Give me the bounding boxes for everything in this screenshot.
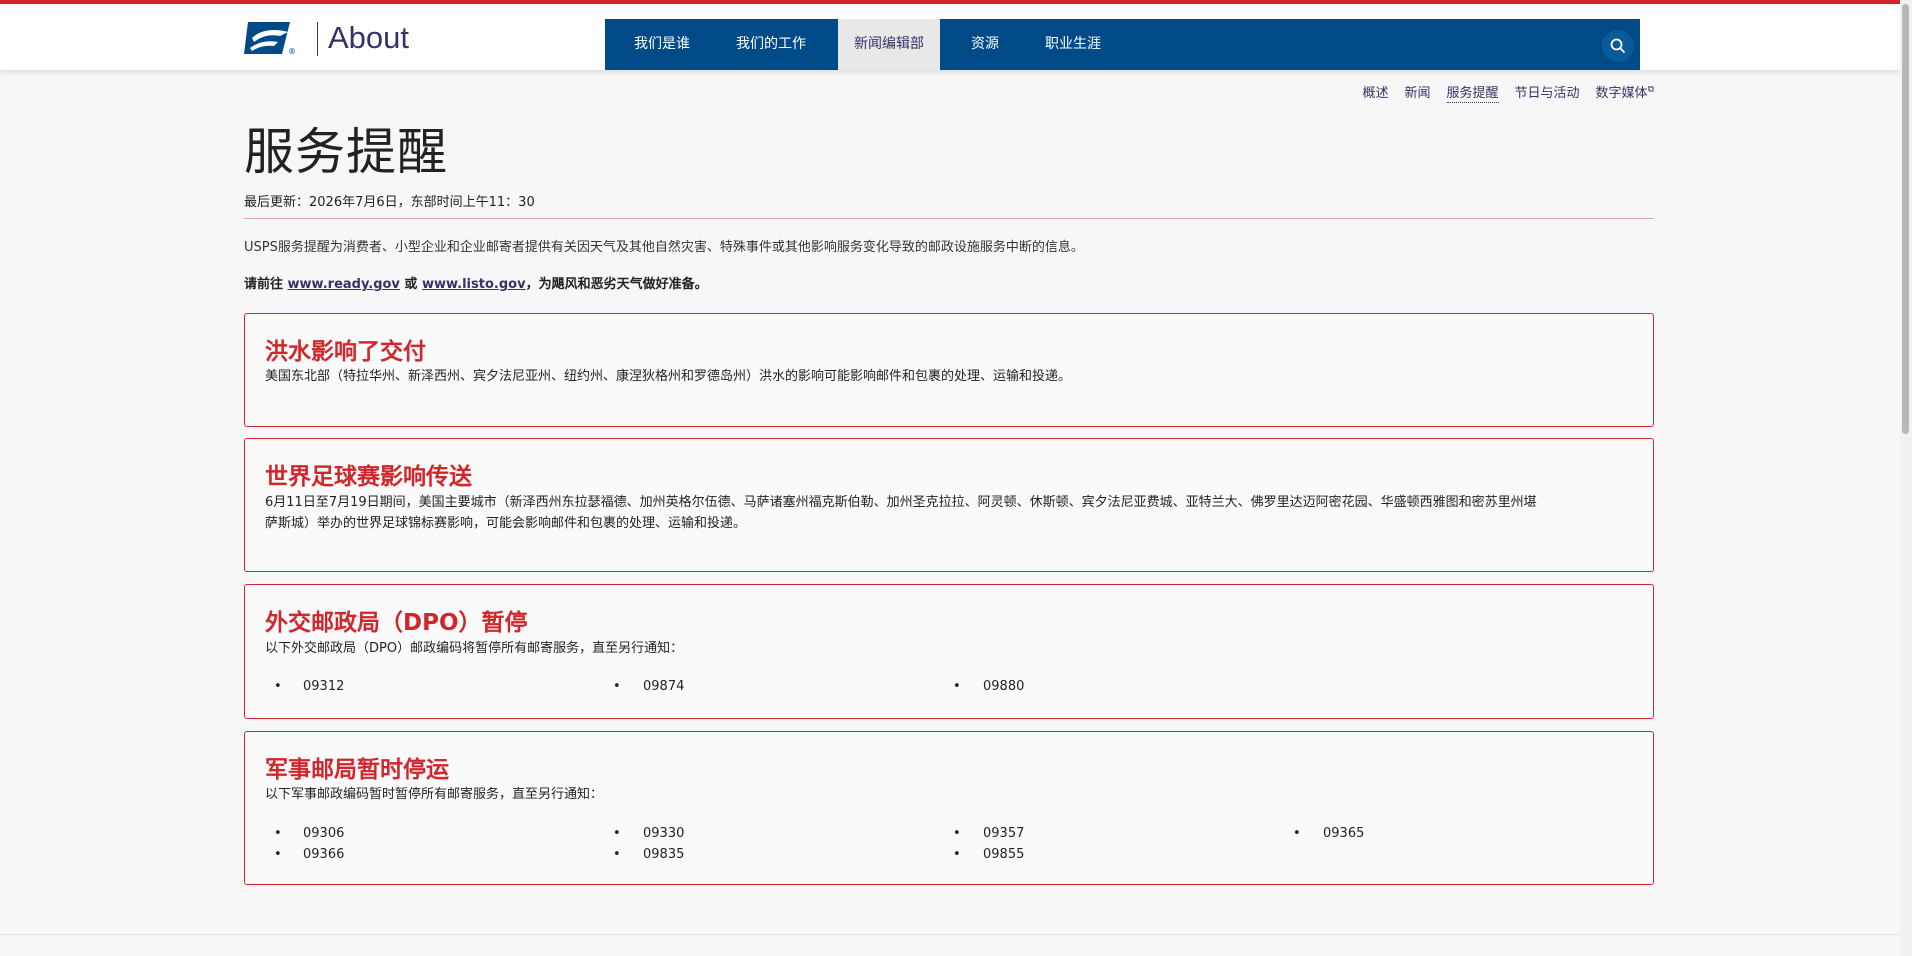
list-bullet: • [953, 847, 961, 862]
usps-eagle-logo[interactable]: ® [244, 20, 296, 56]
site-section-title[interactable]: About [328, 20, 409, 56]
zip-code-item: 09874 [643, 679, 685, 694]
preparedness-text: 请前往 www.ready.gov 或 www.listo.gov，为飓风和恶劣… [244, 273, 708, 292]
zip-code-item: 09330 [643, 826, 685, 841]
zip-code-item: 09880 [983, 679, 1025, 694]
zip-code-item: 09306 [303, 826, 345, 841]
nav-item-what-we-do[interactable]: 我们的工作 [736, 19, 806, 70]
zip-code-item: 09835 [643, 847, 685, 862]
prep-suffix: ，为飓风和恶劣天气做好准备。 [525, 277, 708, 292]
search-button[interactable] [1602, 30, 1634, 62]
scrollbar-thumb[interactable] [1902, 4, 1909, 434]
subnav-holidays-events[interactable]: 节日与活动 [1515, 82, 1580, 103]
subnav-overview[interactable]: 概述 [1362, 82, 1388, 103]
alert-title: 外交邮政局（DPO）暂停 [265, 610, 528, 636]
list-bullet: • [1293, 826, 1301, 841]
zip-code-item: 09365 [1323, 826, 1365, 841]
alert-card-dpo: 外交邮政局（DPO）暂停 以下外交邮政局（DPO）邮政编码将暂停所有邮寄服务，直… [244, 584, 1654, 719]
alert-card-world-cup: 世界足球赛影响传送 6月11日至7月19日期间，美国主要城市（新泽西州东拉瑟福德… [244, 438, 1654, 572]
intro-text: USPS服务提醒为消费者、小型企业和企业邮寄者提供有关因天气及其他自然灾害、特殊… [244, 240, 1084, 255]
zip-code-item: 09366 [303, 847, 345, 862]
svg-text:®: ® [288, 47, 296, 56]
alert-body: 以下外交邮政局（DPO）邮政编码将暂停所有邮寄服务，直至另行通知： [265, 641, 684, 656]
subnav-news[interactable]: 新闻 [1405, 82, 1431, 103]
list-bullet: • [613, 847, 621, 862]
nav-item-who-we-are[interactable]: 我们是谁 [634, 19, 690, 70]
last-updated: 最后更新：2026年7月6日，东部时间上午11：30 [244, 195, 535, 210]
page-title: 服务提醒 [244, 123, 448, 181]
subnav-service-alerts[interactable]: 服务提醒 [1446, 82, 1499, 103]
alert-title: 世界足球赛影响传送 [265, 464, 472, 490]
sub-navigation: 概述 新闻 服务提醒 节日与活动 数字媒体⧉ [1346, 82, 1654, 103]
site-header: ® About 我们是谁 我们的工作 新闻编辑部 资源 职业生涯 [0, 4, 1900, 70]
list-bullet: • [274, 847, 282, 862]
alert-body-line-1: 6月11日至7月19日期间，美国主要城市（新泽西州东拉瑟福德、加州英格尔伍德、马… [265, 495, 1537, 510]
nav-item-newsroom[interactable]: 新闻编辑部 [838, 19, 940, 70]
alert-title: 军事邮局暂时停运 [265, 757, 449, 783]
alert-title: 洪水影响了交付 [265, 339, 426, 365]
logo-divider [317, 22, 318, 56]
list-bullet: • [953, 679, 961, 694]
alert-card-flood: 洪水影响了交付 美国东北部（特拉华州、新泽西州、宾夕法尼亚州、纽约州、康涅狄格州… [244, 313, 1654, 427]
listo-gov-link[interactable]: www.listo.gov [422, 277, 526, 292]
zip-code-item: 09855 [983, 847, 1025, 862]
alert-body: 以下军事邮政编码暂时暂停所有邮寄服务，直至另行通知： [265, 787, 604, 802]
search-icon [1610, 38, 1626, 54]
ready-gov-link[interactable]: www.ready.gov [288, 277, 400, 292]
zip-code-item: 09357 [983, 826, 1025, 841]
alert-card-military: 军事邮局暂时停运 以下军事邮政编码暂时暂停所有邮寄服务，直至另行通知： • 09… [244, 731, 1654, 885]
subnav-digital-media-label: 数字媒体 [1595, 86, 1648, 101]
subnav-digital-media[interactable]: 数字媒体⧉ [1596, 82, 1654, 103]
external-link-icon: ⧉ [1647, 84, 1654, 95]
page-scrollbar[interactable] [1900, 0, 1912, 956]
list-bullet: • [613, 826, 621, 841]
zip-code-item: 09312 [303, 679, 345, 694]
list-bullet: • [274, 826, 282, 841]
prep-mid: 或 [399, 277, 422, 292]
alert-body: 美国东北部（特拉华州、新泽西州、宾夕法尼亚州、纽约州、康涅狄格州和罗德岛州）洪水… [265, 369, 1072, 384]
alert-body-line-2: 萨斯城）举办的世界足球锦标赛影响，可能会影响邮件和包裹的处理、运输和投递。 [265, 516, 747, 531]
list-bullet: • [274, 679, 282, 694]
prep-prefix: 请前往 [244, 277, 288, 292]
title-divider [244, 218, 1654, 219]
list-bullet: • [953, 826, 961, 841]
nav-item-resources[interactable]: 资源 [971, 19, 999, 70]
nav-item-careers[interactable]: 职业生涯 [1045, 19, 1101, 70]
list-bullet: • [613, 679, 621, 694]
footer-divider [0, 934, 1900, 935]
